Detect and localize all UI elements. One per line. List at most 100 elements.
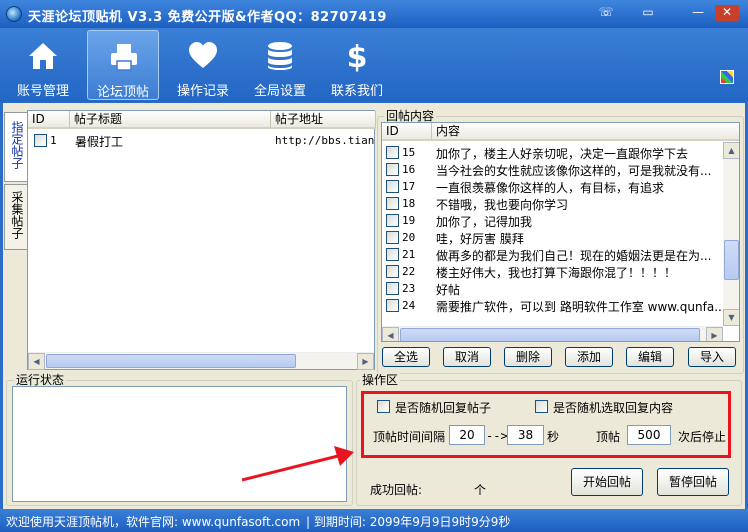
toolbar-global-settings[interactable]: 全局设置 bbox=[244, 30, 316, 100]
row-checkbox[interactable] bbox=[386, 163, 399, 176]
printer-icon bbox=[111, 44, 137, 71]
dollar-icon: $ bbox=[347, 40, 368, 72]
reply-content-list: ID 内容 15 加你了，楼主人好亲切呢，决定一直跟你学下去 16 当今社会的女性就应… bbox=[381, 122, 740, 342]
select-all-button[interactable]: 全选 bbox=[382, 347, 430, 367]
table-row[interactable]: 19 加你了，记得加我 bbox=[382, 212, 739, 229]
horizontal-scrollbar[interactable]: ◀ ▶ bbox=[28, 352, 374, 370]
column-header-id[interactable]: ID bbox=[382, 123, 432, 141]
row-content: 需要推广软件，可以到 路明软件工作室 www.qunfa... bbox=[436, 300, 722, 314]
row-content: 加你了，楼主人好亲切呢，决定一直跟你学下去 bbox=[436, 147, 689, 161]
row-checkbox[interactable] bbox=[34, 134, 47, 147]
row-checkbox[interactable] bbox=[386, 214, 399, 227]
row-content: 哇，好厉害 膜拜 bbox=[436, 232, 524, 246]
table-row[interactable]: 17 一直很羡慕像你这样的人，有目标，有追求 bbox=[382, 178, 739, 195]
row-id: 20 bbox=[402, 231, 416, 244]
start-reply-button[interactable]: 开始回帖 bbox=[571, 468, 643, 496]
run-status-title: 运行状态 bbox=[14, 373, 67, 387]
table-row[interactable]: 23 好帖 bbox=[382, 280, 739, 297]
table-row[interactable]: 18 不错哦，我也要向你学习 bbox=[382, 195, 739, 212]
pause-reply-button[interactable]: 暂停回帖 bbox=[657, 468, 729, 496]
edit-button[interactable]: 编辑 bbox=[626, 347, 674, 367]
row-id: 1 bbox=[50, 134, 57, 147]
row-checkbox[interactable] bbox=[386, 180, 399, 193]
column-header-title[interactable]: 帖子标题 bbox=[70, 111, 271, 129]
toolbar-forum-bump[interactable]: 论坛顶帖 bbox=[87, 30, 159, 100]
horizontal-scrollbar[interactable]: ◀ ▶ bbox=[382, 326, 723, 341]
column-header-content[interactable]: 内容 bbox=[432, 123, 739, 141]
toolbar-account-management[interactable]: 账号管理 bbox=[7, 30, 79, 100]
count-input[interactable]: 500 bbox=[627, 425, 671, 445]
scroll-down-icon[interactable]: ▼ bbox=[723, 309, 739, 326]
success-count-label: 成功回帖: bbox=[370, 483, 423, 497]
row-id: 21 bbox=[402, 248, 416, 261]
tab-assigned-posts[interactable]: 指定帖子 bbox=[4, 112, 28, 182]
row-checkbox[interactable] bbox=[386, 231, 399, 244]
row-checkbox[interactable] bbox=[386, 265, 399, 278]
close-button[interactable]: ✕ bbox=[715, 5, 739, 21]
heart-icon bbox=[189, 42, 217, 68]
table-row[interactable]: 21 做再多的都是为我们自己！现在的婚姻法更是在为... bbox=[382, 246, 739, 263]
seconds-label: 秒 bbox=[547, 430, 560, 444]
restore-button[interactable]: ▭ bbox=[639, 5, 657, 21]
toolbar-label: 操作记录 bbox=[176, 84, 229, 99]
chat-button[interactable]: ☏ bbox=[597, 5, 615, 21]
toolbar-label: 论坛顶帖 bbox=[96, 85, 149, 100]
scroll-left-icon[interactable]: ◀ bbox=[28, 353, 45, 370]
table-row[interactable]: 16 当今社会的女性就应该像你这样的，可是我就没有... bbox=[382, 161, 739, 178]
table-row[interactable]: 22 楼主好伟大，我也打算下海跟你混了！！！！ bbox=[382, 263, 739, 280]
window-title: 天涯论坛顶贴机 V3.3 免费公开版&作者QQ：82707419 bbox=[28, 10, 387, 25]
row-title: 暑假打工 bbox=[75, 135, 124, 149]
scroll-right-icon[interactable]: ▶ bbox=[706, 327, 723, 341]
row-checkbox[interactable] bbox=[386, 146, 399, 159]
scroll-right-icon[interactable]: ▶ bbox=[357, 353, 374, 370]
random-reply-post-checkbox[interactable] bbox=[377, 400, 390, 413]
row-url: http://bbs.tiany bbox=[275, 134, 375, 147]
table-row[interactable]: 15 加你了，楼主人好亲切呢，决定一直跟你学下去 bbox=[382, 144, 739, 161]
table-row[interactable]: 24 需要推广软件，可以到 路明软件工作室 www.qunfa... bbox=[382, 297, 739, 314]
import-button[interactable]: 导入 bbox=[688, 347, 736, 367]
left-tabs: 指定帖子 采集帖子 bbox=[4, 112, 28, 252]
coin-stack-icon bbox=[268, 42, 292, 70]
row-id: 15 bbox=[402, 146, 416, 159]
toolbar-operation-log[interactable]: 操作记录 bbox=[167, 30, 239, 100]
toolbar-label: 全局设置 bbox=[253, 84, 306, 99]
tab-collected-posts[interactable]: 采集帖子 bbox=[4, 184, 28, 250]
column-header-url[interactable]: 帖子地址 bbox=[271, 111, 376, 129]
delete-button[interactable]: 删除 bbox=[504, 347, 552, 367]
interval-to-input[interactable]: 38 bbox=[507, 425, 544, 445]
add-button[interactable]: 添加 bbox=[565, 347, 613, 367]
status-bar: 欢迎使用天涯顶帖机，软件官网: www.qunfasoft.com | 到期时间… bbox=[0, 509, 748, 532]
interval-arrow: --> bbox=[486, 429, 508, 443]
status-welcome: 欢迎使用天涯顶帖机，软件官网: www.qunfasoft.com bbox=[6, 515, 301, 529]
vertical-scrollbar[interactable]: ▲ ▼ bbox=[723, 142, 739, 326]
scroll-thumb[interactable] bbox=[724, 240, 739, 280]
row-checkbox[interactable] bbox=[386, 197, 399, 210]
scroll-up-icon[interactable]: ▲ bbox=[723, 142, 739, 159]
row-id: 24 bbox=[402, 299, 416, 312]
scroll-thumb[interactable] bbox=[46, 354, 296, 368]
random-reply-post-label: 是否随机回复帖子 bbox=[395, 401, 492, 415]
row-checkbox[interactable] bbox=[386, 282, 399, 295]
interval-from-input[interactable]: 20 bbox=[449, 425, 485, 445]
status-expiry: | 到期时间: 2099年9月9日9时9分9秒 bbox=[306, 515, 511, 529]
scroll-thumb[interactable] bbox=[400, 328, 700, 341]
operation-title: 操作区 bbox=[360, 373, 401, 387]
random-reply-content-checkbox[interactable] bbox=[535, 400, 548, 413]
column-header-id[interactable]: ID bbox=[28, 111, 70, 129]
row-id: 17 bbox=[402, 180, 416, 193]
minimize-button[interactable]: — bbox=[689, 5, 707, 21]
annotation-arrow-icon bbox=[241, 446, 354, 482]
interval-label: 顶帖时间间隔 bbox=[373, 430, 446, 444]
table-row[interactable]: 1 暑假打工 http://bbs.tiany bbox=[28, 132, 375, 149]
row-checkbox[interactable] bbox=[386, 299, 399, 312]
scroll-left-icon[interactable]: ◀ bbox=[382, 327, 399, 341]
toolbar-contact-us[interactable]: $ 联系我们 bbox=[321, 30, 393, 100]
deselect-button[interactable]: 取消 bbox=[443, 347, 491, 367]
random-reply-content-label: 是否随机选取回复内容 bbox=[553, 401, 674, 415]
table-row[interactable]: 20 哇，好厉害 膜拜 bbox=[382, 229, 739, 246]
skin-palette-icon[interactable] bbox=[720, 70, 734, 84]
reply-content-title: 回帖内容 bbox=[384, 109, 437, 123]
row-checkbox[interactable] bbox=[386, 248, 399, 261]
row-id: 16 bbox=[402, 163, 416, 176]
row-id: 18 bbox=[402, 197, 416, 210]
